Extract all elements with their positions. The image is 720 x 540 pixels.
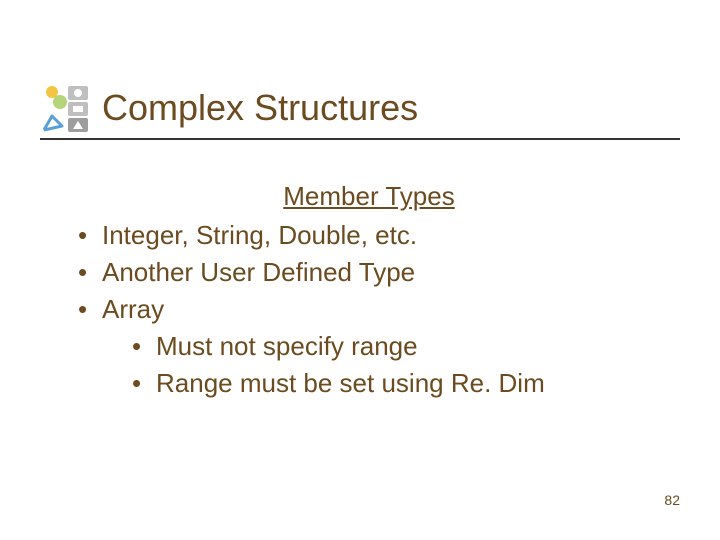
slide: Complex Structures Member Types Integer,… xyxy=(0,0,720,540)
bullet-text: Another User Defined Type xyxy=(102,257,415,287)
slide-subtitle: Member Types xyxy=(78,178,660,215)
logo-icon xyxy=(40,82,92,134)
slide-header: Complex Structures xyxy=(40,82,680,140)
list-item: Must not specify range xyxy=(132,328,660,365)
bullet-text: Must not specify range xyxy=(156,331,418,361)
bullet-text: Array xyxy=(102,294,164,324)
bullet-list: Integer, String, Double, etc. Another Us… xyxy=(78,217,660,402)
list-item: Range must be set using Re. Dim xyxy=(132,365,660,402)
list-item: Array Must not specify range Range must … xyxy=(78,291,660,402)
list-item: Another User Defined Type xyxy=(78,254,660,291)
bullet-text: Integer, String, Double, etc. xyxy=(102,220,417,250)
sub-bullet-list: Must not specify range Range must be set… xyxy=(102,328,660,402)
page-number: 82 xyxy=(664,492,680,508)
slide-body: Member Types Integer, String, Double, et… xyxy=(78,178,660,401)
list-item: Integer, String, Double, etc. xyxy=(78,217,660,254)
bullet-text: Range must be set using Re. Dim xyxy=(156,368,545,398)
slide-title: Complex Structures xyxy=(102,89,418,127)
